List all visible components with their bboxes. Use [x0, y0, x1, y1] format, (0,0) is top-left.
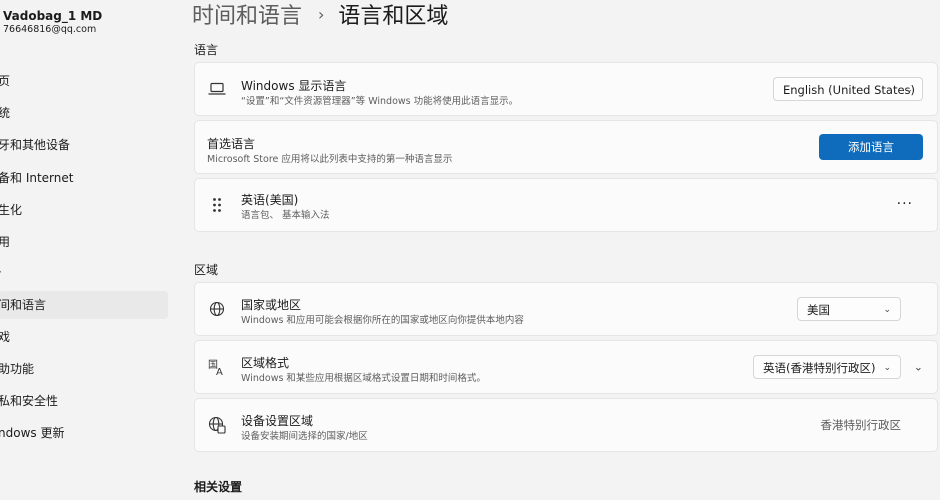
- breadcrumb: 时间和语言 › 语言和区域: [192, 0, 448, 34]
- country-dropdown[interactable]: 美国 ⌄: [797, 297, 901, 321]
- expand-chevron-icon[interactable]: ⌄: [914, 361, 923, 374]
- country-title: 国家或地区: [241, 298, 302, 312]
- sidebar-item-accessibility[interactable]: 助功能: [0, 355, 168, 383]
- device-region-subtitle: 设备安装期间选择的国家/地区: [241, 431, 368, 442]
- preferred-language-subtitle: Microsoft Store 应用将以此列表中支持的第一种语言显示: [207, 154, 453, 165]
- preferred-language-title: 首选语言: [207, 137, 256, 151]
- chevron-down-icon: ⌄: [883, 305, 891, 315]
- country-card: 国家或地区 Windows 和应用可能会根据你所在的国家或地区向你提供本地内容 …: [194, 282, 938, 336]
- display-language-card: Windows 显示语言 “设置”和“文件资源管理器”等 Windows 功能将…: [194, 62, 938, 116]
- language-item-subtitle: 语言包、 基本输入法: [241, 210, 330, 221]
- breadcrumb-parent[interactable]: 时间和语言: [192, 0, 302, 30]
- sidebar-item-apps[interactable]: 用: [0, 228, 168, 256]
- device-region-value: 香港特别行政区: [820, 418, 902, 432]
- region-format-title: 区域格式: [241, 356, 290, 370]
- region-format-dropdown[interactable]: 英语(香港特别行政区) ⌄: [753, 355, 901, 379]
- device-region-card: 设备设置区域 设备安装期间选择的国家/地区 香港特别行政区: [194, 398, 938, 452]
- country-subtitle: Windows 和应用可能会根据你所在的国家或地区向你提供本地内容: [241, 315, 524, 326]
- drag-handle-icon[interactable]: [207, 195, 227, 215]
- breadcrumb-separator: ›: [318, 4, 325, 24]
- section-title-language: 语言: [194, 43, 219, 57]
- sidebar-item-bluetooth[interactable]: 牙和其他设备: [0, 131, 168, 159]
- sidebar-item-time-language[interactable]: 间和语言: [0, 291, 168, 319]
- chevron-down-icon: ⌄: [905, 85, 913, 95]
- sidebar-item-windows-update[interactable]: ndows 更新: [0, 419, 168, 447]
- section-title-region: 区域: [194, 263, 219, 277]
- display-language-dropdown[interactable]: English (United States) ⌄: [773, 77, 923, 101]
- display-language-value: English (United States): [783, 83, 916, 97]
- language-format-icon: 国A: [207, 357, 227, 377]
- language-item-title: 英语(美国): [241, 193, 299, 207]
- globe-device-icon: [207, 415, 227, 435]
- user-name: Vadobag_1 MD: [3, 9, 103, 23]
- section-title-related: 相关设置: [194, 480, 243, 494]
- svg-text:A: A: [216, 367, 223, 376]
- chevron-down-icon: ⌄: [883, 363, 891, 373]
- sidebar-item-accounts[interactable]: ·: [0, 258, 168, 286]
- more-options-icon[interactable]: ···: [897, 196, 913, 212]
- sidebar-item-personalization[interactable]: 生化: [0, 196, 168, 224]
- sidebar-item-system[interactable]: 统: [0, 99, 168, 127]
- sidebar-item-privacy[interactable]: 私和安全性: [0, 387, 168, 415]
- region-format-value: 英语(香港特别行政区): [763, 361, 876, 375]
- sidebar-item-gaming[interactable]: 戏: [0, 323, 168, 351]
- add-language-button[interactable]: 添加语言: [819, 134, 923, 160]
- page-title: 语言和区域: [338, 4, 449, 29]
- sidebar-item-home[interactable]: 页: [0, 67, 168, 95]
- globe-icon: [207, 299, 227, 319]
- sidebar: Vadobag_1 MD 76646816@qq.com 页 统 牙和其他设备 …: [0, 0, 176, 500]
- language-item-card[interactable]: 英语(美国) 语言包、 基本输入法 ···: [194, 178, 938, 232]
- user-email: 76646816@qq.com: [3, 24, 97, 35]
- display-language-subtitle: “设置”和“文件资源管理器”等 Windows 功能将使用此语言显示。: [241, 96, 519, 107]
- laptop-icon: [207, 79, 227, 99]
- device-region-title: 设备设置区域: [241, 414, 314, 428]
- display-language-title: Windows 显示语言: [241, 79, 347, 93]
- preferred-language-card: 首选语言 Microsoft Store 应用将以此列表中支持的第一种语言显示 …: [194, 120, 938, 174]
- region-format-card[interactable]: 国A 区域格式 Windows 和某些应用根据区域格式设置日期和时间格式。 英语…: [194, 340, 938, 394]
- sidebar-item-network[interactable]: 备和 Internet: [0, 164, 168, 192]
- region-format-subtitle: Windows 和某些应用根据区域格式设置日期和时间格式。: [241, 373, 486, 384]
- country-value: 美国: [807, 303, 830, 317]
